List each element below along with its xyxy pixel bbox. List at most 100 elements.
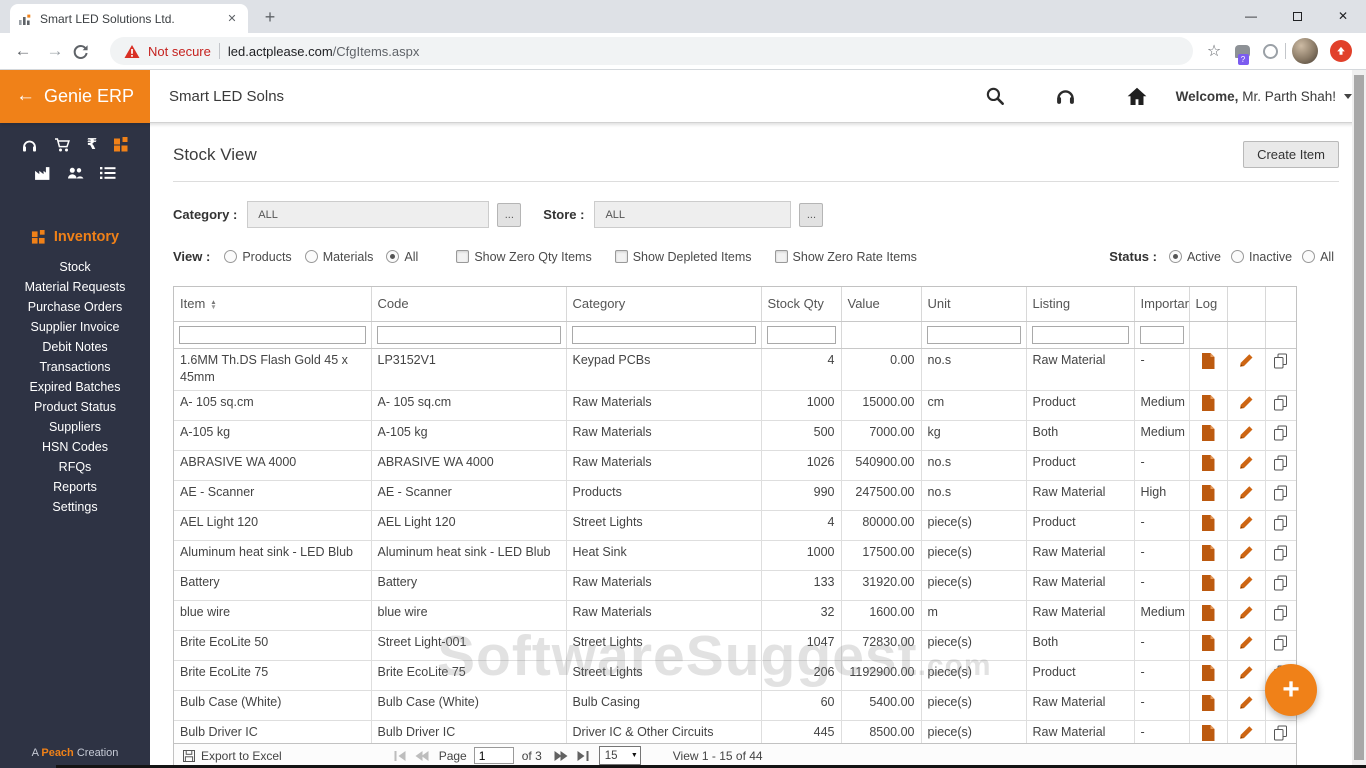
sidebar-item-rfqs[interactable]: RFQs [0,457,150,477]
col-importance[interactable]: Importar [1134,287,1190,322]
code-filter-input[interactable] [376,326,561,344]
sidebar-item-hsn-codes[interactable]: HSN Codes [0,437,150,457]
log-document-icon[interactable] [1201,353,1215,369]
sidebar-item-stock[interactable]: Stock [0,257,150,277]
forward-icon[interactable]: → [40,41,70,61]
users-icon[interactable] [67,166,84,180]
sort-icon[interactable]: ▲ ▼ [210,299,216,311]
support-headset-icon[interactable] [1055,86,1076,106]
radio-option[interactable]: All [1302,250,1334,264]
page-scrollbar[interactable] [1352,70,1366,768]
importance-filter-input[interactable] [1139,326,1184,344]
copy-icon[interactable] [1273,395,1288,411]
sidebar-item-supplier-invoice[interactable]: Supplier Invoice [0,317,150,337]
item-filter-input[interactable] [179,326,366,344]
home-icon[interactable] [1126,86,1148,106]
edit-pencil-icon[interactable] [1239,353,1254,368]
modules-grid-icon[interactable] [113,137,129,153]
checkbox-icon[interactable] [774,250,788,263]
radio-icon[interactable] [304,250,318,263]
factory-icon[interactable] [34,165,51,181]
edit-pencil-icon[interactable] [1239,395,1254,410]
edit-pencil-icon[interactable] [1239,545,1254,560]
log-document-icon[interactable] [1201,545,1215,561]
list-icon[interactable] [100,166,116,180]
window-close-button[interactable]: ✕ [1320,0,1366,33]
headset-icon[interactable] [21,138,38,153]
edit-pencil-icon[interactable] [1239,635,1254,650]
edit-pencil-icon[interactable] [1239,695,1254,710]
copy-icon[interactable] [1273,455,1288,471]
tab-close-icon[interactable]: ✕ [224,11,240,27]
scrollbar-thumb[interactable] [1354,75,1364,760]
sidebar-item-purchase-orders[interactable]: Purchase Orders [0,297,150,317]
edit-pencil-icon[interactable] [1239,725,1254,740]
copy-icon[interactable] [1273,575,1288,591]
log-document-icon[interactable] [1201,455,1215,471]
col-stock-qty[interactable]: Stock Qty [761,287,842,322]
copy-icon[interactable] [1273,353,1288,369]
copy-icon[interactable] [1273,635,1288,651]
first-page-icon[interactable] [394,750,407,761]
radio-option[interactable]: All [386,250,418,264]
sidebar-item-settings[interactable]: Settings [0,497,150,517]
next-page-icon[interactable] [554,750,568,761]
category-filter-input[interactable] [571,326,756,344]
log-document-icon[interactable] [1201,425,1215,441]
extension-update-icon[interactable] [1324,40,1358,62]
reload-icon[interactable] [72,43,102,60]
radio-option[interactable]: Products [224,250,292,264]
back-arrow-icon[interactable]: ← [16,85,35,107]
radio-option[interactable]: Inactive [1231,250,1292,264]
log-document-icon[interactable] [1201,395,1215,411]
edit-pencil-icon[interactable] [1239,665,1254,680]
extension-chat-icon[interactable]: ? [1229,44,1255,65]
back-icon[interactable]: ← [8,41,38,61]
copy-icon[interactable] [1273,485,1288,501]
address-bar[interactable]: Not secure led.actplease.com/CfgItems.as… [110,37,1193,65]
not-secure-label[interactable]: Not secure [148,44,211,59]
checkbox-icon[interactable] [456,250,470,263]
page-size-select[interactable]: 15 ▼ [598,746,641,765]
log-document-icon[interactable] [1201,575,1215,591]
unit-filter-input[interactable] [926,326,1021,344]
col-item[interactable]: Item ▲ ▼ [174,287,372,322]
category-browse-button[interactable]: ... [497,202,522,227]
edit-pencil-icon[interactable] [1239,455,1254,470]
radio-icon[interactable] [386,250,400,263]
checkbox-option[interactable]: Show Zero Rate Items [774,250,917,264]
export-to-excel-button[interactable]: Export to Excel [183,749,282,763]
radio-option[interactable]: Active [1168,250,1221,264]
search-icon[interactable] [985,86,1005,106]
sidebar-item-transactions[interactable]: Transactions [0,357,150,377]
qty-filter-input[interactable] [766,326,836,344]
col-value[interactable]: Value [841,287,922,322]
sidebar-item-suppliers[interactable]: Suppliers [0,417,150,437]
col-listing[interactable]: Listing [1026,287,1135,322]
window-maximize-button[interactable] [1274,0,1320,33]
col-category[interactable]: Category [566,287,762,322]
bookmark-star-icon[interactable]: ☆ [1201,41,1227,61]
url-text[interactable]: led.actplease.com/CfgItems.aspx [228,44,419,59]
user-menu[interactable]: Welcome, Mr. Parth Shah! [1176,89,1352,104]
last-page-icon[interactable] [576,750,589,761]
log-document-icon[interactable] [1201,695,1215,711]
sidebar-item-reports[interactable]: Reports [0,477,150,497]
new-tab-button[interactable]: + [256,4,284,32]
copy-icon[interactable] [1273,605,1288,621]
edit-pencil-icon[interactable] [1239,425,1254,440]
col-unit[interactable]: Unit [921,287,1027,322]
log-document-icon[interactable] [1201,665,1215,681]
listing-filter-input[interactable] [1031,326,1129,344]
window-minimize-button[interactable]: — [1228,0,1274,33]
radio-icon[interactable] [1302,250,1316,263]
edit-pencil-icon[interactable] [1239,605,1254,620]
prev-page-icon[interactable] [415,750,429,761]
edit-pencil-icon[interactable] [1239,515,1254,530]
sidebar-item-debit-notes[interactable]: Debit Notes [0,337,150,357]
sidebar-section-inventory[interactable]: Inventory [31,229,119,245]
checkbox-option[interactable]: Show Zero Qty Items [456,250,592,264]
col-log[interactable]: Log [1189,287,1228,322]
copy-icon[interactable] [1273,515,1288,531]
copy-icon[interactable] [1273,545,1288,561]
